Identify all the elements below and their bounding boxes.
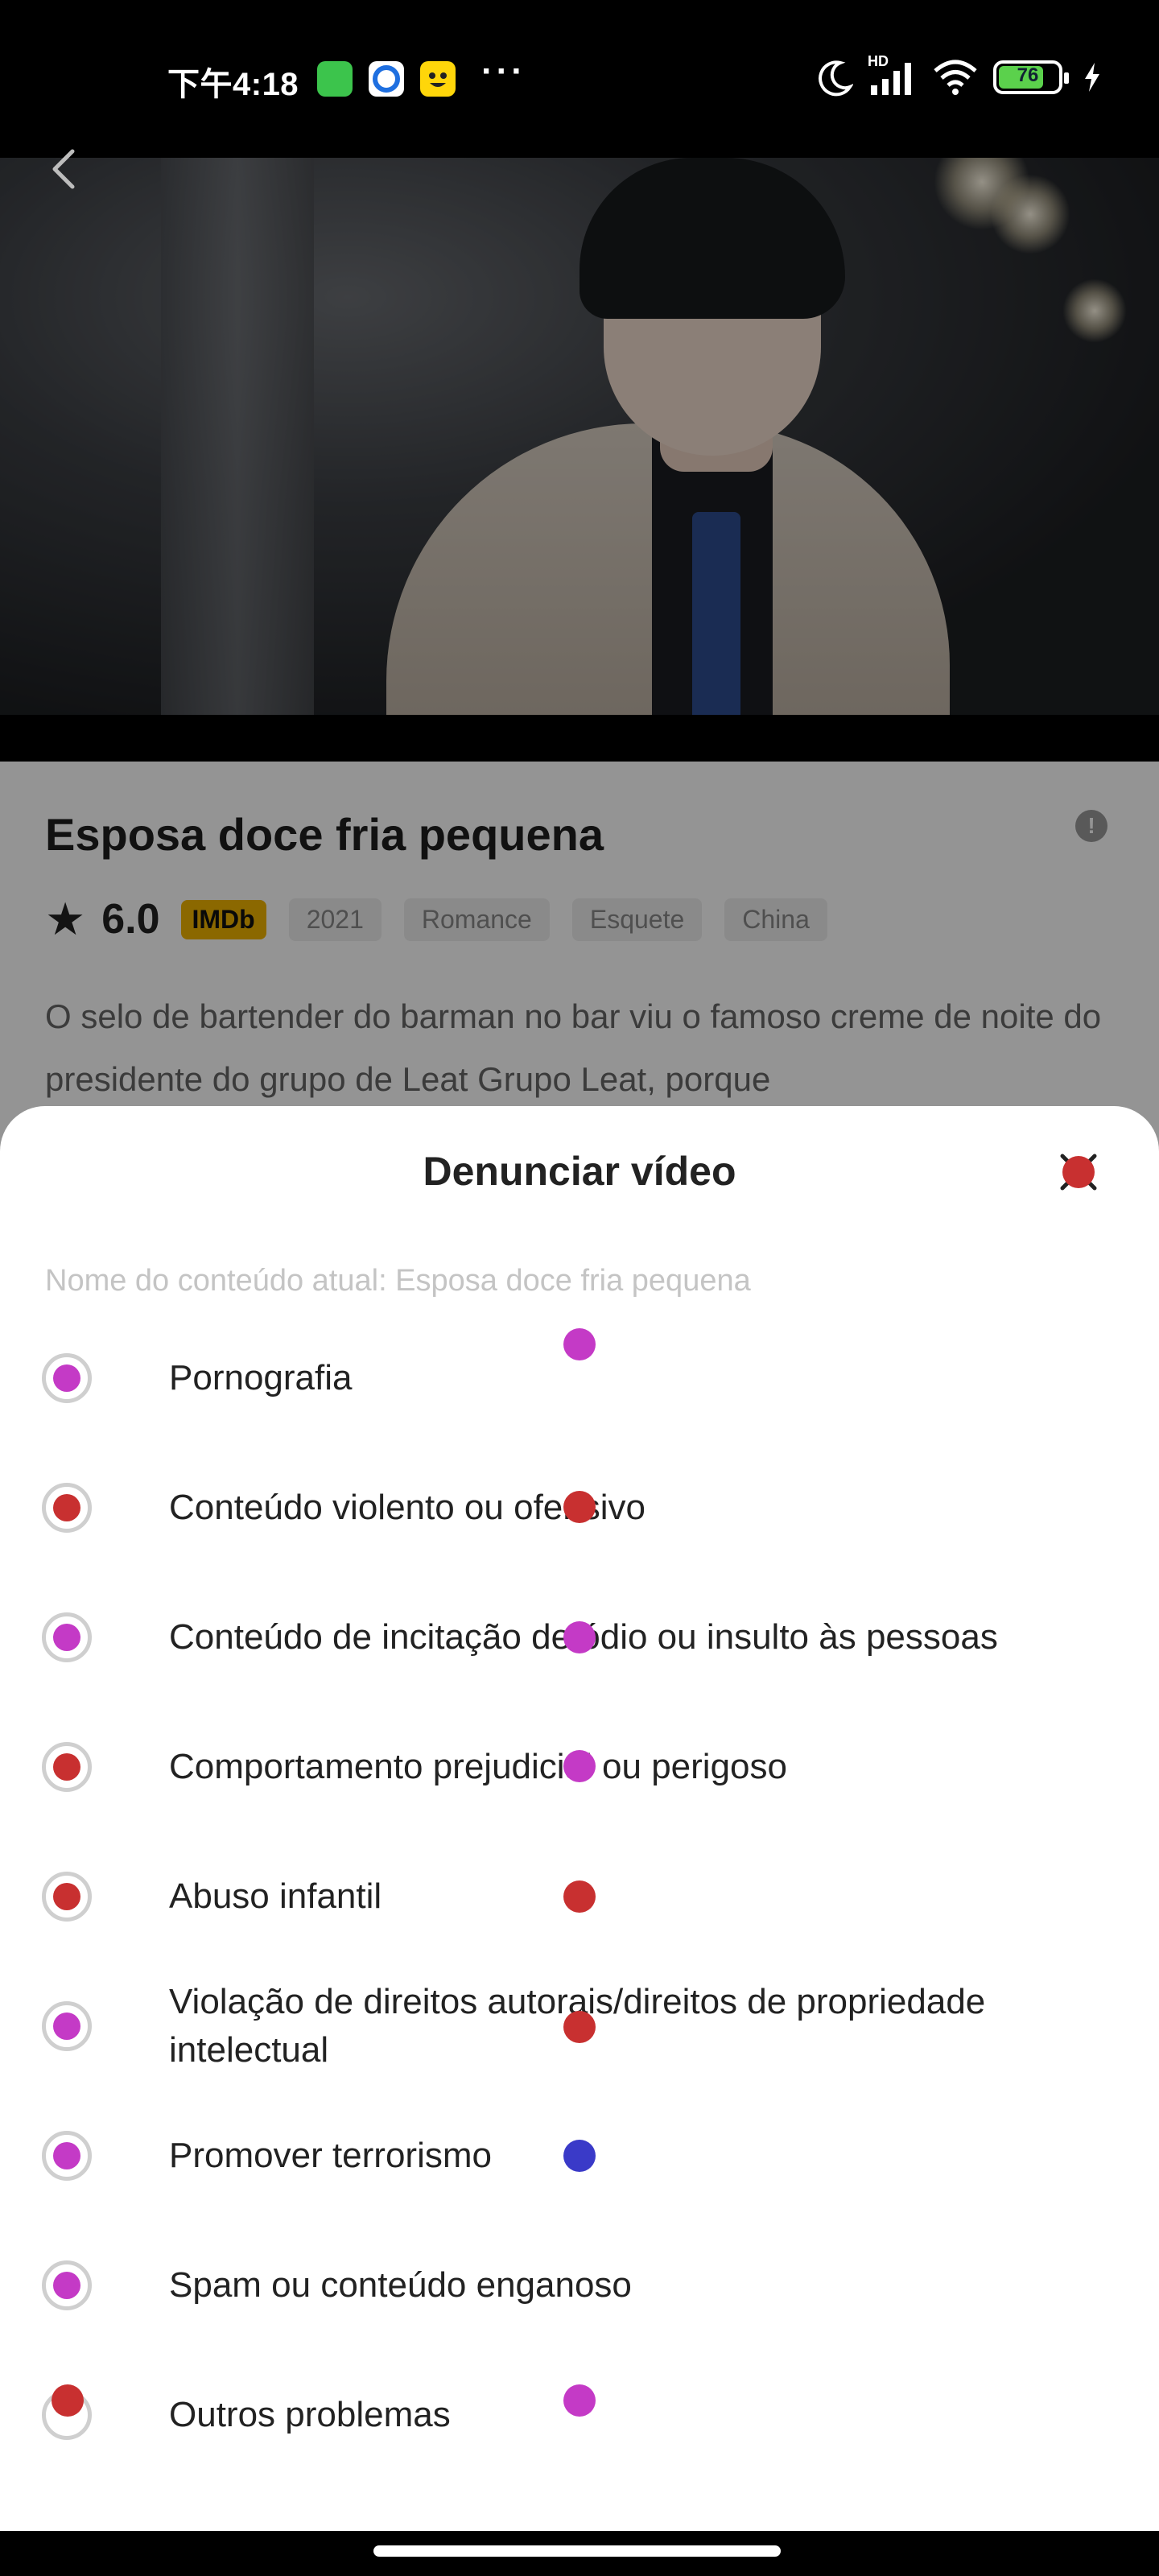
radio-button[interactable] (42, 1612, 92, 1662)
battery-icon: 76 (993, 60, 1069, 94)
option-label: Conteúdo violento ou ofensivo (169, 1488, 645, 1527)
marker-dot (563, 2384, 596, 2417)
report-option-spam[interactable]: Spam ou conteúdo enganoso (0, 2221, 1159, 2350)
marker-dot (563, 1328, 596, 1360)
report-video-sheet: Denunciar vídeo Nome do conteúdo atual: … (0, 1106, 1159, 2531)
radio-button[interactable] (42, 1353, 92, 1403)
charging-icon (1085, 63, 1099, 92)
chevron-left-icon[interactable] (40, 145, 89, 193)
battery-tip (1064, 72, 1069, 84)
moon-icon (819, 60, 853, 97)
marker-dot (563, 2011, 596, 2043)
option-label: Conteúdo de incitação de ódio ou insulto… (169, 1617, 998, 1657)
signal-icon: HD (868, 53, 918, 97)
option-label: Abuso infantil (169, 1876, 382, 1916)
battery-level: 76 (1017, 64, 1039, 86)
status-time: 下午4:18 (167, 67, 299, 102)
option-label: Pornografia (169, 1358, 353, 1397)
marker-dot (563, 1621, 596, 1653)
more-notifications-icon: ··· (481, 52, 526, 91)
home-indicator[interactable] (373, 2545, 781, 2557)
modal-backdrop[interactable] (0, 158, 1159, 1164)
current-content-name: Nome do conteúdo atual: Esposa doce fria… (45, 1264, 751, 1298)
marker-dot (563, 1880, 596, 1913)
radio-button[interactable] (42, 1872, 92, 1922)
radio-dot (53, 2142, 80, 2169)
option-label: Comportamento prejudicial ou perigoso (169, 1747, 787, 1786)
emoji-app-icon (420, 61, 456, 97)
radio-dot (53, 2013, 80, 2040)
marker-dot (563, 2140, 596, 2172)
close-icon[interactable] (1054, 1148, 1103, 1196)
status-bar: 下午4:18 ··· HD 76 (0, 0, 1159, 158)
option-label: Violação de direitos autorais/direitos d… (169, 1982, 986, 2070)
radio-dot (53, 1883, 80, 1910)
marker-dot (563, 1491, 596, 1523)
radio-button[interactable] (42, 1742, 92, 1792)
option-label: Outros problemas (169, 2395, 451, 2434)
option-label: Spam ou conteúdo enganoso (169, 2265, 632, 2305)
radio-button[interactable] (42, 2260, 92, 2310)
browser-app-icon (369, 61, 404, 97)
marker-dot (52, 2384, 84, 2417)
option-label: Promover terrorismo (169, 2136, 492, 2175)
radio-dot (53, 2272, 80, 2299)
radio-dot (53, 1624, 80, 1651)
radio-dot (53, 1364, 80, 1392)
radio-button[interactable] (42, 1483, 92, 1533)
radio-button[interactable] (42, 2131, 92, 2181)
radio-button[interactable] (42, 2001, 92, 2051)
radio-dot (53, 1494, 80, 1521)
wechat-app-icon (317, 61, 353, 97)
radio-dot (53, 1753, 80, 1781)
wifi-icon (934, 60, 977, 95)
sheet-title: Denunciar vídeo (423, 1149, 736, 1194)
marker-dot (563, 1750, 596, 1782)
